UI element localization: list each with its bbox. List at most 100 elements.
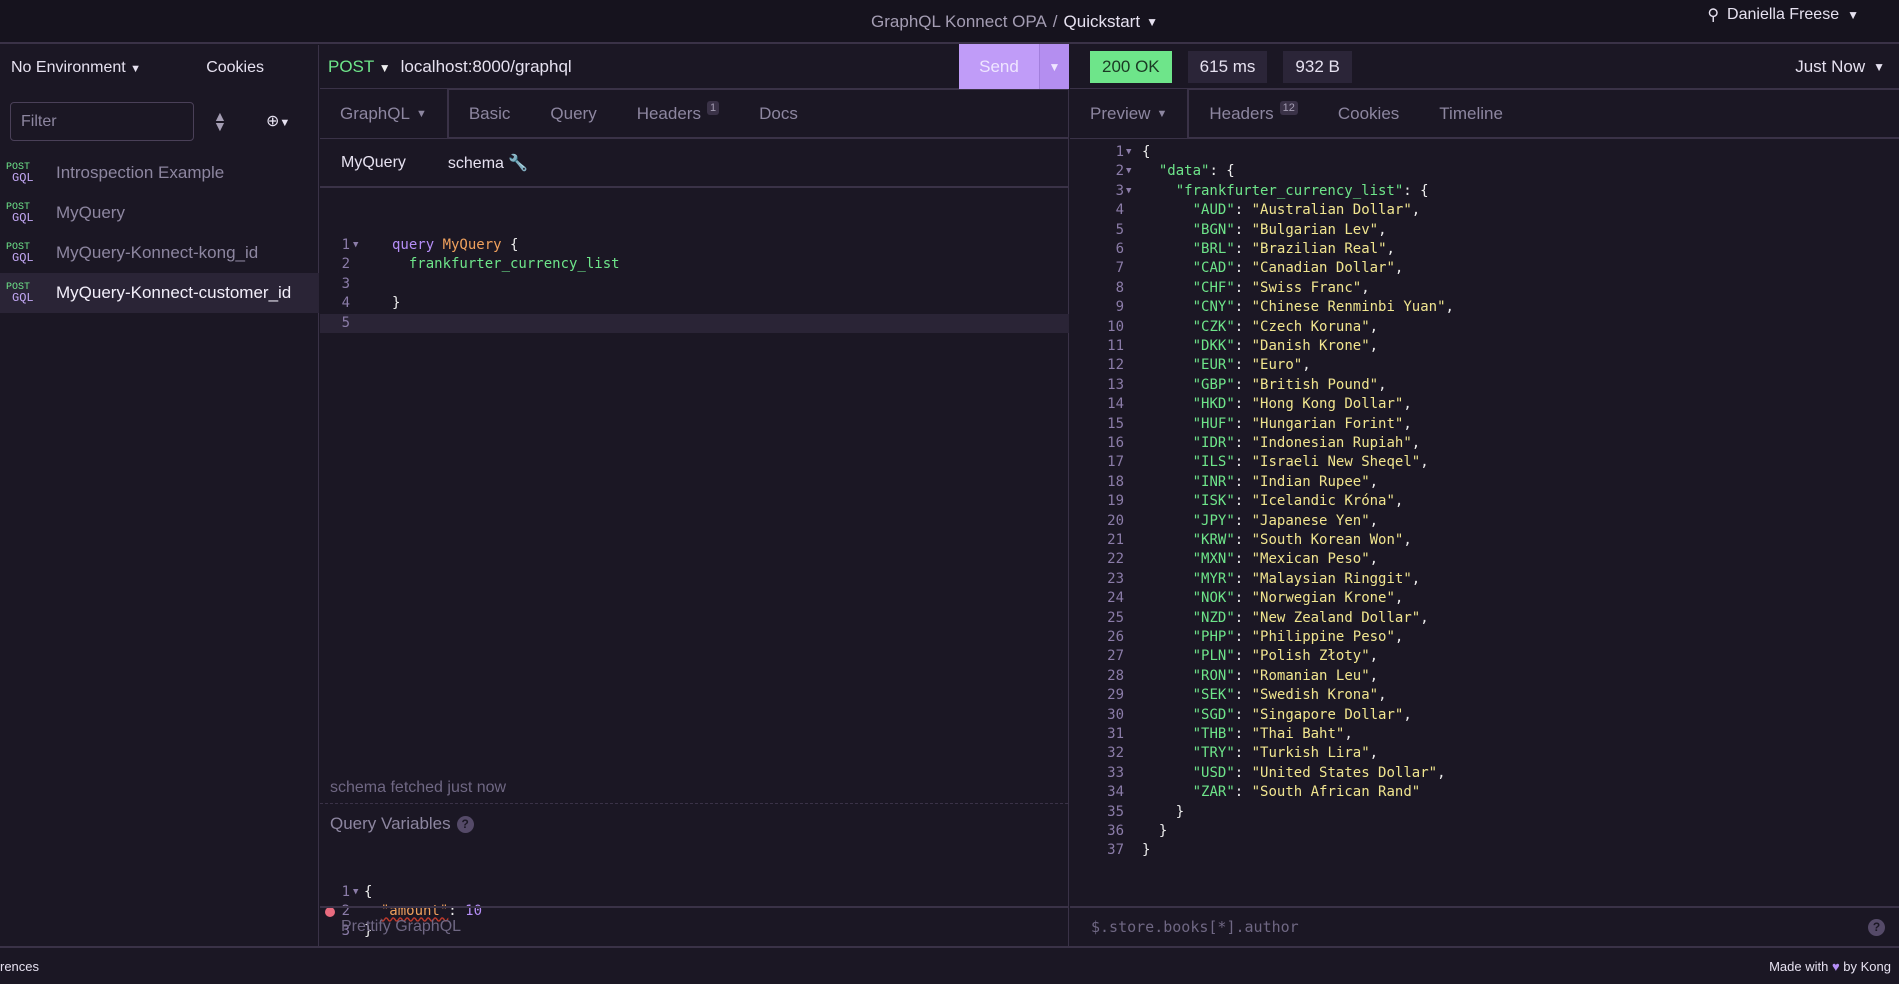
chevron-down-icon: ▼ (279, 117, 291, 129)
response-status-row: 200 OK 615 ms 932 B Just Now ▼ (1070, 45, 1899, 90)
tab-basic[interactable]: Basic (449, 89, 531, 138)
tab-label: Basic (468, 103, 511, 123)
status-bar: rences Made with ♥ by Kong (0, 946, 1899, 984)
request-type-badge: POST GQL (0, 243, 50, 265)
line-number: 3 (341, 275, 350, 292)
code-line: 5 (320, 313, 1069, 333)
preferences-link[interactable]: rences (0, 959, 39, 974)
prettify-button[interactable]: Prettify GraphQL (320, 906, 1068, 946)
time-badge: 615 ms (1187, 50, 1268, 83)
by-kong-text: by Kong (1843, 958, 1891, 974)
fold-icon[interactable]: ▼ (353, 883, 358, 902)
sidebar-request-item[interactable]: POST GQL MyQuery-Konnect-customer_id (0, 273, 319, 313)
line-number: 17 (1107, 454, 1124, 471)
jsonpath-input[interactable]: $.store.books[*].author (1091, 918, 1299, 936)
url-input[interactable]: localhost:8000/graphql (401, 57, 959, 77)
method-label: POST (328, 56, 374, 76)
line-number: 1 (341, 884, 350, 900)
help-icon[interactable]: ? (1868, 918, 1885, 936)
line-number: 24 (1107, 590, 1124, 607)
line-number: 4 (1115, 202, 1124, 219)
url-bar: POST ▼ localhost:8000/graphql Send ▼ (320, 44, 1069, 90)
made-with-text: Made with (1769, 958, 1829, 974)
line-number: 3 (1115, 182, 1124, 199)
environment-label: No Environment (11, 58, 126, 76)
code-line: { (364, 884, 373, 900)
code-line: 3 (320, 275, 1069, 294)
send-options-button[interactable]: ▼ (1039, 44, 1069, 89)
tab-cookies[interactable]: Cookies (1318, 89, 1419, 138)
tab-graphql[interactable]: GraphQL ▼ (320, 89, 449, 138)
line-number: 28 (1107, 667, 1124, 684)
send-button[interactable]: Send (959, 44, 1039, 89)
chevron-down-icon: ▼ (130, 62, 142, 75)
chevron-down-icon: ▼ (1847, 8, 1859, 22)
size-badge: 932 B (1283, 50, 1352, 83)
request-type-badge: POST GQL (0, 283, 50, 305)
user-icon: ⚲ (1707, 7, 1720, 24)
breadcrumb: GraphQL Konnect OPA / Quickstart ▼ (0, 0, 1899, 44)
line-number: 1 (341, 237, 350, 253)
history-dropdown[interactable]: Just Now ▼ (1795, 57, 1885, 77)
request-tabs: GraphQL ▼ Basic Query Headers 1 Docs (320, 89, 1068, 139)
line-number: 1 (1115, 144, 1124, 160)
tab-operation[interactable]: MyQuery (341, 154, 406, 172)
workspace-dropdown[interactable]: Quickstart (1064, 12, 1141, 32)
code-line: 1 ▼ query MyQuery { (320, 236, 1069, 255)
tab-timeline[interactable]: Timeline (1419, 89, 1523, 138)
method-dropdown[interactable]: POST ▼ (328, 57, 391, 77)
user-menu[interactable]: ⚲ Daniella Freese ▼ (1707, 0, 1859, 30)
cookies-button[interactable]: Cookies (206, 59, 264, 77)
add-request-button[interactable]: ⊕▼ (266, 111, 290, 131)
tab-label: Query (550, 103, 597, 123)
tab-label: Docs (759, 103, 798, 123)
tab-preview[interactable]: Preview ▼ (1070, 89, 1190, 138)
fold-icon[interactable]: ▼ (1126, 182, 1131, 201)
tab-label: Cookies (1337, 103, 1400, 123)
line-number: 15 (1107, 415, 1124, 432)
line-number: 27 (1107, 648, 1124, 665)
tab-schema[interactable]: schema 🔧 (448, 153, 528, 173)
schema-label: schema (447, 154, 504, 172)
made-with-kong[interactable]: Made with ♥ by Kong (1769, 959, 1891, 974)
sidebar-request-item[interactable]: POST GQL Introspection Example (0, 153, 319, 193)
request-type-badge: POST GQL (0, 163, 50, 185)
environment-dropdown[interactable]: No Environment ▼ (11, 59, 141, 77)
tab-label: Preview (1090, 103, 1151, 123)
tab-label: GraphQL (340, 103, 410, 123)
response-viewer[interactable]: 1 ▼{2 ▼ "data": {3 ▼ "frankfurter_currency_… (1070, 143, 1899, 893)
line-number: 16 (1107, 435, 1124, 451)
fold-icon[interactable]: ▼ (353, 236, 358, 255)
help-icon[interactable]: ? (456, 815, 474, 833)
line-number: 32 (1107, 745, 1124, 762)
tab-headers[interactable]: Headers 12 (1189, 89, 1318, 138)
fold-icon[interactable]: ▼ (1126, 162, 1131, 181)
request-name: Introspection Example (56, 163, 225, 182)
line-number: 20 (1107, 512, 1124, 529)
tab-headers[interactable]: Headers 1 (617, 89, 739, 138)
chevron-down-icon[interactable]: ▼ (1146, 15, 1158, 29)
code-line: 4} (320, 294, 1069, 313)
request-name: MyQuery-Konnect-kong_id (56, 243, 259, 262)
line-number: 11 (1107, 338, 1124, 354)
tab-label: Headers (1209, 103, 1274, 123)
query-variables-label: Query Variables (330, 814, 451, 833)
type-label: GQL (12, 251, 34, 265)
line-number: 2 (341, 256, 350, 273)
sidebar-request-item[interactable]: POST GQL MyQuery (0, 193, 319, 233)
filter-input[interactable] (10, 102, 194, 141)
line-number: 6 (1115, 241, 1124, 257)
project-name[interactable]: GraphQL Konnect OPA (871, 12, 1047, 32)
query-editor[interactable]: 1 ▼ query MyQuery {2 frankfurter_currency_… (320, 236, 1069, 766)
sort-icon[interactable]: ▲ ▼ (213, 109, 227, 133)
tab-query[interactable]: Query (530, 89, 616, 138)
code-line: 2 frankfurter_currency_list (320, 255, 1069, 274)
line-number: 37 (1107, 842, 1124, 859)
sidebar-request-item[interactable]: POST GQL MyQuery-Konnect-kong_id (0, 233, 319, 273)
fold-icon[interactable]: ▼ (1126, 143, 1131, 162)
chevron-down-icon: ▼ (415, 107, 427, 120)
line-number: 7 (1115, 260, 1124, 277)
response-pane: 200 OK 615 ms 932 B Just Now ▼ Preview ▼ He… (1070, 45, 1899, 946)
sidebar: No Environment ▼ Cookies ▲▼ ⊕▼ POSTGQL In… (0, 45, 319, 946)
tab-docs[interactable]: Docs (739, 89, 818, 138)
